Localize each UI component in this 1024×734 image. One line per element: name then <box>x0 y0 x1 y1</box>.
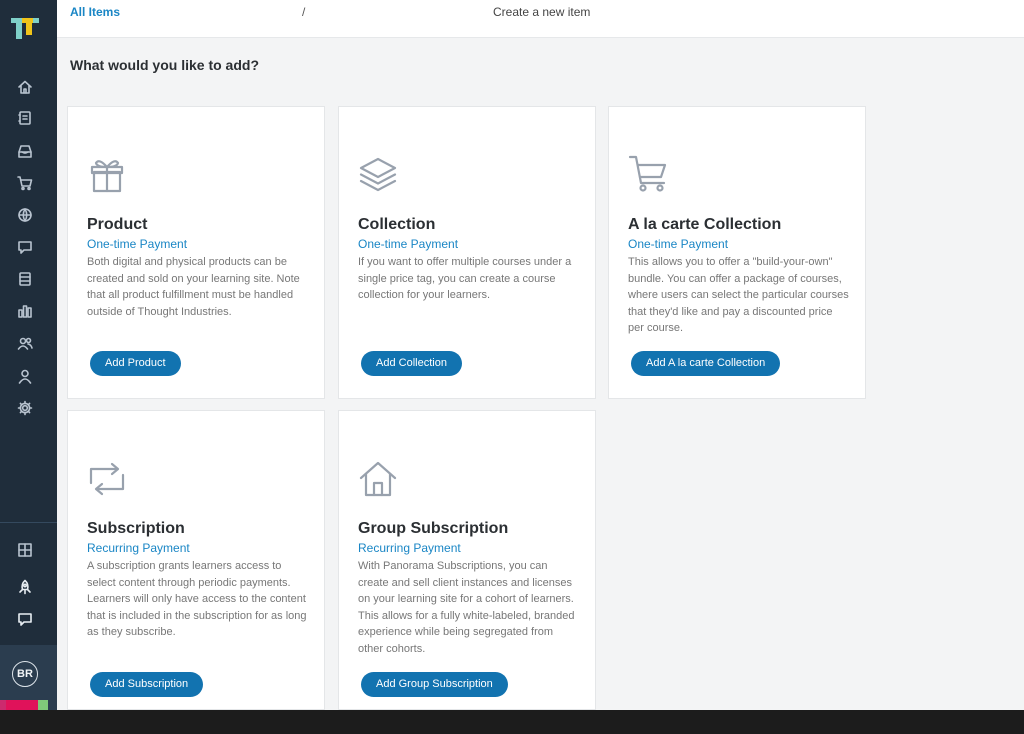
page-title: What would you like to add? <box>70 57 259 73</box>
chat-icon[interactable] <box>14 236 36 258</box>
bar-chart-icon[interactable] <box>14 300 36 322</box>
breadcrumb-separator: / <box>302 5 306 19</box>
group-subscription-card: Group Subscription Recurring Payment Wit… <box>338 410 596 710</box>
bottom-bar <box>0 710 1024 734</box>
card-title: Group Subscription <box>358 520 509 537</box>
cart-icon <box>628 153 668 193</box>
layers-icon <box>358 155 398 195</box>
breadcrumb: All Items / Create a new item <box>57 0 1024 38</box>
card-description: Both digital and physical products can b… <box>87 256 300 318</box>
breadcrumb-all-items-link[interactable]: All Items <box>70 5 120 19</box>
add-subscription-button[interactable]: Add Subscription <box>90 672 204 697</box>
card-subtitle: Recurring Payment <box>87 541 190 555</box>
gift-icon <box>87 155 127 195</box>
avatar[interactable]: BR <box>12 661 38 687</box>
card-subtitle: One-time Payment <box>87 237 188 251</box>
card-subtitle: One-time Payment <box>358 237 459 251</box>
help-chat-icon[interactable] <box>14 608 36 630</box>
add-collection-button[interactable]: Add Collection <box>361 351 462 376</box>
sidebar-divider <box>0 522 57 523</box>
card-description: With Panorama Subscriptions, you can cre… <box>358 560 575 655</box>
main-content: What would you like to add? Product One-… <box>57 38 1024 710</box>
card-title: Subscription <box>87 520 185 537</box>
cart-icon[interactable] <box>14 172 36 194</box>
house-icon <box>358 459 398 499</box>
repeat-icon <box>87 459 127 499</box>
globe-icon[interactable] <box>14 204 36 226</box>
gear-icon[interactable] <box>14 397 36 419</box>
collection-card: Collection One-time Payment If you want … <box>338 106 596 399</box>
color-strip <box>6 700 38 710</box>
color-strip <box>38 700 48 710</box>
home-icon[interactable] <box>14 76 36 98</box>
card-description: If you want to offer multiple courses un… <box>358 256 572 301</box>
rocket-icon[interactable] <box>14 576 36 598</box>
breadcrumb-current: Create a new item <box>493 5 591 19</box>
product-card: Product One-time Payment Both digital an… <box>67 106 325 399</box>
card-title: Product <box>87 216 148 233</box>
card-subtitle: One-time Payment <box>628 237 729 251</box>
add-product-button[interactable]: Add Product <box>90 351 181 376</box>
add-a-la-carte-collection-button[interactable]: Add A la carte Collection <box>631 351 781 376</box>
thought-industries-logo[interactable] <box>11 18 39 44</box>
card-description: This allows you to offer a "build-your-o… <box>628 256 849 334</box>
add-group-subscription-button[interactable]: Add Group Subscription <box>361 672 508 697</box>
content-icon[interactable] <box>14 107 36 129</box>
users-icon[interactable] <box>14 332 36 354</box>
card-description: A subscription grants learners access to… <box>87 560 307 638</box>
card-title: Collection <box>358 216 436 233</box>
inbox-icon[interactable] <box>14 140 36 162</box>
sidebar: BR <box>0 0 57 710</box>
card-subtitle: Recurring Payment <box>358 541 461 555</box>
user-icon[interactable] <box>14 365 36 387</box>
grid-icon[interactable] <box>14 539 36 561</box>
a-la-carte-collection-card: A la carte Collection One-time Payment T… <box>608 106 866 399</box>
list-icon[interactable] <box>14 268 36 290</box>
card-title: A la carte Collection <box>628 216 782 233</box>
subscription-card: Subscription Recurring Payment A subscri… <box>67 410 325 710</box>
